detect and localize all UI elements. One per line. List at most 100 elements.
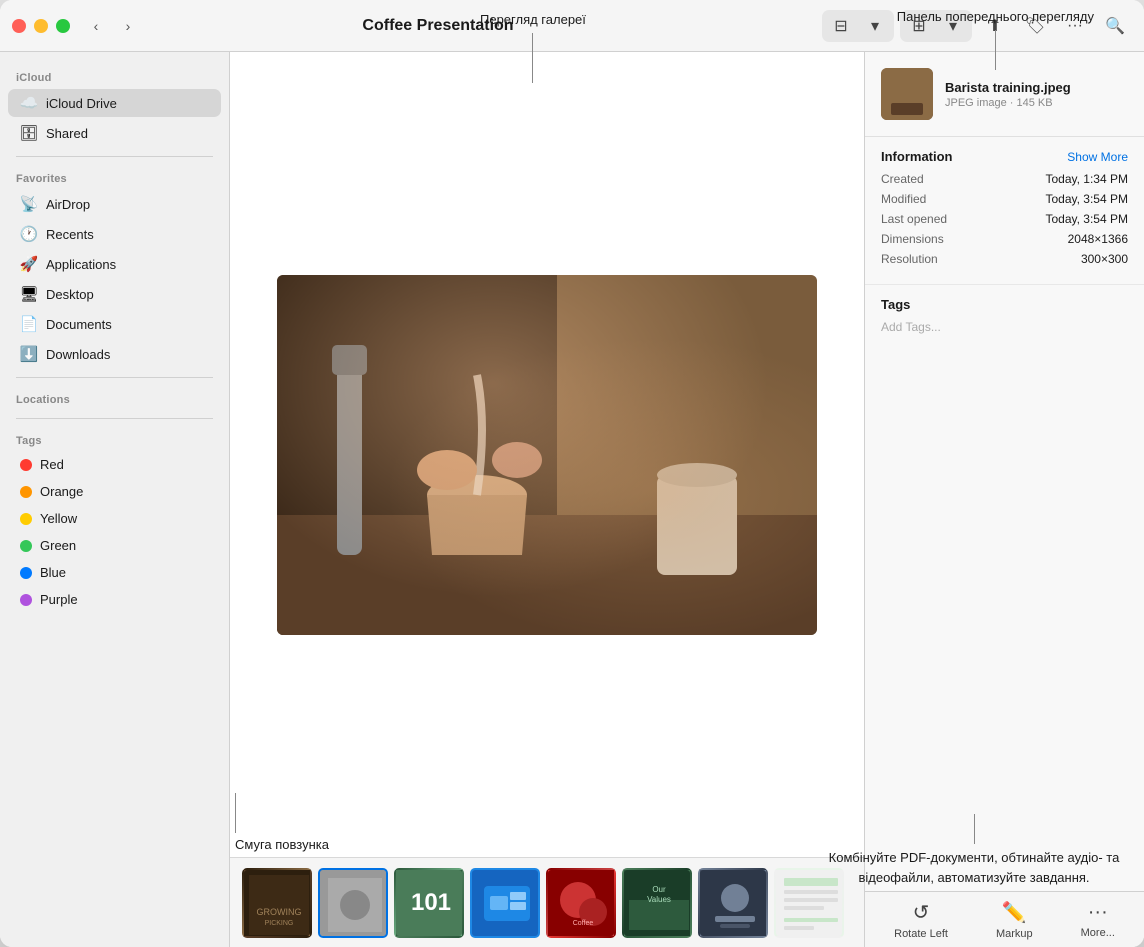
filmstrip-thumb-2[interactable] — [318, 868, 388, 938]
file-type: JPEG image · 145 KB — [945, 97, 1128, 109]
coffee-barista-image — [277, 275, 817, 635]
sidebar-item-downloads[interactable]: ⬇️ Downloads — [8, 340, 221, 368]
filmstrip-thumb-5[interactable]: Coffee — [546, 868, 616, 938]
window-title: Coffee Presentation — [154, 17, 722, 35]
forward-button[interactable]: › — [114, 12, 142, 40]
rotate-left-button[interactable]: ↺ Rotate Left — [886, 896, 956, 944]
last-opened-label: Last opened — [881, 212, 947, 226]
sidebar-item-documents[interactable]: 📄 Documents — [8, 310, 221, 338]
filmstrip[interactable]: GROWING PICKING 101 — [230, 857, 864, 947]
sidebar-item-tag-green[interactable]: Green — [8, 533, 221, 558]
svg-text:Our: Our — [652, 885, 666, 894]
search-button[interactable]: 🔍 — [1098, 12, 1132, 40]
icloud-drive-icon: ☁️ — [20, 94, 38, 112]
sidebar-label-orange: Orange — [40, 484, 83, 499]
info-title: Information — [881, 149, 953, 164]
filmstrip-thumb-3[interactable]: 101 — [394, 868, 464, 938]
gallery-view-button[interactable]: ⊟ — [824, 12, 858, 40]
sidebar-item-recents[interactable]: 🕐 Recents — [8, 220, 221, 248]
modified-label: Modified — [881, 192, 926, 206]
show-more-button[interactable]: Show More — [1067, 150, 1128, 164]
view-switcher[interactable]: ⊟ ▾ — [822, 10, 894, 42]
last-opened-value: Today, 3:54 PM — [1046, 212, 1129, 226]
sidebar-label-documents: Documents — [46, 317, 112, 332]
gallery-view-area[interactable] — [230, 52, 864, 857]
resolution-value: 300×300 — [1081, 252, 1128, 266]
sidebar-label-icloud-drive: iCloud Drive — [46, 96, 117, 111]
group-button[interactable]: ⊞ ▾ — [900, 10, 972, 42]
maximize-button[interactable] — [56, 19, 70, 33]
information-section: Information Show More Created Today, 1:3… — [865, 137, 1144, 285]
tag-color-orange — [20, 486, 32, 498]
modified-row: Modified Today, 3:54 PM — [881, 192, 1128, 206]
sidebar-label-green: Green — [40, 538, 76, 553]
tags-button[interactable]: 🏷 — [1018, 12, 1052, 40]
sidebar-label-red: Red — [40, 457, 64, 472]
sidebar-item-tag-purple[interactable]: Purple — [8, 587, 221, 612]
tag-color-green — [20, 540, 32, 552]
rotate-left-label: Rotate Left — [894, 928, 948, 940]
sidebar-label-downloads: Downloads — [46, 347, 110, 362]
created-row: Created Today, 1:34 PM — [881, 172, 1128, 186]
selected-image[interactable] — [277, 275, 817, 635]
sidebar-label-blue: Blue — [40, 565, 66, 580]
more-button[interactable]: ··· — [1058, 12, 1092, 40]
dimensions-row: Dimensions 2048×1366 — [881, 232, 1128, 246]
resolution-row: Resolution 300×300 — [881, 252, 1128, 266]
created-value: Today, 1:34 PM — [1046, 172, 1129, 186]
share-button[interactable]: ⬆ — [978, 12, 1012, 40]
sidebar-item-icloud-drive[interactable]: ☁️ iCloud Drive — [8, 89, 221, 117]
view-options-button[interactable]: ▾ — [858, 12, 892, 40]
filmstrip-thumb-1[interactable]: GROWING PICKING — [242, 868, 312, 938]
resolution-label: Resolution — [881, 252, 938, 266]
more-options-label: More... — [1081, 927, 1115, 939]
sidebar-item-tag-red[interactable]: Red — [8, 452, 221, 477]
sidebar-label-applications: Applications — [46, 257, 116, 272]
locations-section-header: Locations — [0, 386, 229, 410]
sidebar-label-yellow: Yellow — [40, 511, 77, 526]
desktop-icon: 🖥 — [20, 285, 38, 303]
created-label: Created — [881, 172, 924, 186]
sidebar-item-airdrop[interactable]: 📡 AirDrop — [8, 190, 221, 218]
coffee-scene-svg — [277, 275, 817, 635]
applications-icon: 🚀 — [20, 255, 38, 273]
sidebar-label-recents: Recents — [46, 227, 94, 242]
toolbar-right: ⊟ ▾ ⊞ ▾ ⬆ 🏷 ··· 🔍 — [822, 10, 1132, 42]
sidebar-item-shared[interactable]: 🗄 Shared — [8, 119, 221, 147]
filmstrip-thumb-8[interactable] — [774, 868, 844, 938]
back-button[interactable]: ‹ — [82, 12, 110, 40]
group-by-button[interactable]: ⊞ — [902, 12, 936, 40]
preview-bottom-toolbar: ↺ Rotate Left ✏️ Markup ··· More... — [865, 891, 1144, 947]
sidebar-item-tag-yellow[interactable]: Yellow — [8, 506, 221, 531]
sidebar-label-shared: Shared — [46, 126, 88, 141]
group-options-button[interactable]: ▾ — [936, 12, 970, 40]
more-options-button[interactable]: ··· More... — [1073, 897, 1123, 943]
close-button[interactable] — [12, 19, 26, 33]
svg-text:Values: Values — [647, 895, 671, 904]
file-name: Barista training.jpeg — [945, 80, 1128, 95]
tag-color-red — [20, 459, 32, 471]
sidebar-label-desktop: Desktop — [46, 287, 94, 302]
svg-text:GROWING: GROWING — [257, 907, 302, 917]
sidebar-item-tag-blue[interactable]: Blue — [8, 560, 221, 585]
tags-section-header: Tags — [0, 427, 229, 451]
finder-window: ‹ › Coffee Presentation ⊟ ▾ ⊞ ▾ ⬆ 🏷 ··· … — [0, 0, 1144, 947]
file-info: Barista training.jpeg JPEG image · 145 K… — [945, 80, 1128, 109]
filmstrip-thumb-4[interactable] — [470, 868, 540, 938]
sidebar-item-applications[interactable]: 🚀 Applications — [8, 250, 221, 278]
airdrop-icon: 📡 — [20, 195, 38, 213]
filmstrip-thumb-7[interactable] — [698, 868, 768, 938]
favorites-section-header: Favorites — [0, 165, 229, 189]
minimize-button[interactable] — [34, 19, 48, 33]
divider-1 — [16, 156, 213, 157]
filmstrip-thumb-6[interactable]: Our Values — [622, 868, 692, 938]
tags-section: Tags Add Tags... — [865, 285, 1144, 346]
dimensions-label: Dimensions — [881, 232, 944, 246]
sidebar-item-desktop[interactable]: 🖥 Desktop — [8, 280, 221, 308]
documents-icon: 📄 — [20, 315, 38, 333]
add-tags-field[interactable]: Add Tags... — [881, 320, 1128, 334]
markup-button[interactable]: ✏️ Markup — [988, 896, 1041, 944]
sidebar-item-tag-orange[interactable]: Orange — [8, 479, 221, 504]
markup-label: Markup — [996, 928, 1033, 940]
icloud-section-header: iCloud — [0, 64, 229, 88]
